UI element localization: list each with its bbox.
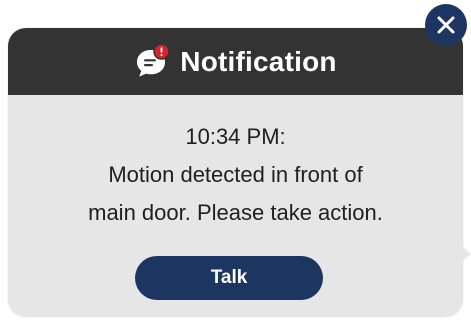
close-button[interactable] bbox=[425, 4, 467, 46]
notification-title: Notification bbox=[180, 45, 337, 77]
notification-card: Notification 10:34 PM: Motion detected i… bbox=[8, 28, 463, 317]
message-line: Motion detected in front of bbox=[108, 162, 363, 187]
notification-message: 10:34 PM: Motion detected in front of ma… bbox=[8, 118, 463, 232]
notification-time: 10:34 PM: bbox=[185, 124, 286, 149]
message-line: main door. Please take action. bbox=[88, 200, 383, 225]
close-icon bbox=[437, 16, 455, 34]
talk-button[interactable]: Talk bbox=[135, 256, 323, 300]
chat-bubble-alert-icon bbox=[137, 42, 171, 77]
notification-stage: Notification 10:34 PM: Motion detected i… bbox=[0, 0, 471, 323]
header-content: Notification bbox=[8, 28, 463, 95]
callout-pointer bbox=[452, 238, 471, 270]
